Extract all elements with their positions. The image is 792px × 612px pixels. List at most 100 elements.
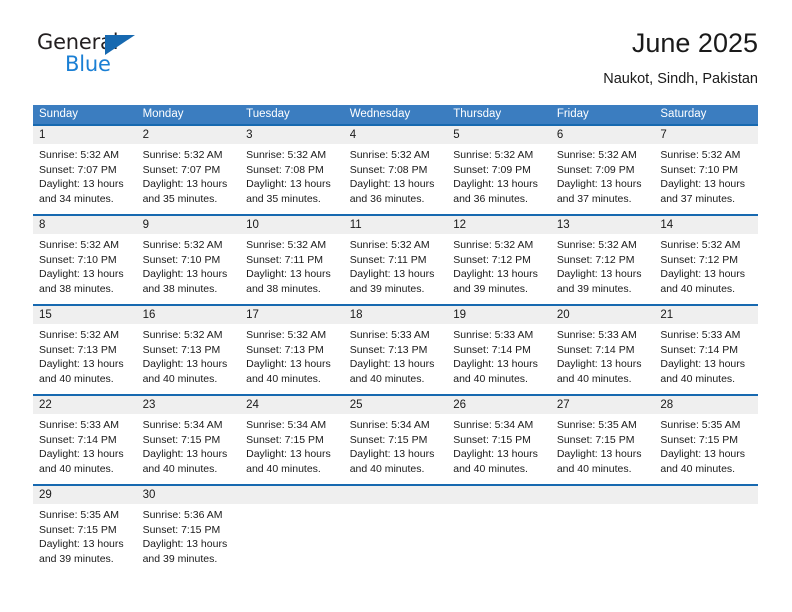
daylight-text-line2: and 40 minutes.: [660, 372, 736, 385]
daylight-text-line1: Daylight: 13 hours: [349, 178, 435, 190]
daylight-text-line1: Daylight: 13 hours: [556, 178, 642, 190]
daylight-text-line1: Daylight: 13 hours: [39, 538, 124, 550]
sunset-text: Sunset: 7:10 PM: [39, 253, 117, 266]
sunset-text: Sunset: 7:13 PM: [142, 343, 221, 356]
day-number[interactable]: 11: [343, 216, 448, 234]
day-number[interactable]: 6: [550, 126, 655, 144]
calendar-body: 1 Sunrise: 5:32 AM Sunset: 7:07 PM Daylight…: [33, 124, 758, 573]
day-cell-empty: [240, 484, 344, 573]
day-details: Sunrise: 5:32 AM Sunset: 7:10 PM Daylight:…: [654, 144, 758, 206]
title-block: June 2025 Naukot, Sindh, Pakistan: [603, 26, 758, 90]
day-cell: 2 Sunrise: 5:32 AM Sunset: 7:07 PM Daylight…: [136, 124, 241, 215]
daylight-text-line1: Daylight: 13 hours: [660, 178, 746, 190]
day-cell: 13 Sunrise: 5:32 AM Sunset: 7:12 PM Dayligh…: [550, 214, 655, 305]
sunset-text: Sunset: 7:15 PM: [349, 433, 428, 446]
sunset-text: Sunset: 7:08 PM: [246, 163, 324, 176]
sunrise-text: Sunrise: 5:32 AM: [556, 149, 637, 161]
daylight-text-line2: and 40 minutes.: [39, 462, 114, 475]
day-number[interactable]: 12: [447, 216, 551, 234]
daylight-text-line2: and 40 minutes.: [349, 372, 425, 385]
daylight-text-line2: and 39 minutes.: [349, 282, 425, 295]
day-number[interactable]: 30: [136, 486, 241, 504]
sunrise-text: Sunrise: 5:32 AM: [142, 149, 223, 161]
page-subtitle: Naukot, Sindh, Pakistan: [603, 71, 758, 87]
dow-header-thursday: Thursday: [447, 105, 551, 125]
day-number: [240, 486, 344, 504]
daylight-text-line1: Daylight: 13 hours: [349, 448, 435, 460]
day-details: Sunrise: 5:36 AM Sunset: 7:15 PM Daylight:…: [137, 504, 241, 566]
day-number[interactable]: 28: [654, 396, 758, 414]
sunset-text: Sunset: 7:15 PM: [142, 523, 221, 536]
day-number[interactable]: 21: [654, 306, 758, 324]
day-number[interactable]: 15: [33, 306, 137, 324]
daylight-text-line1: Daylight: 13 hours: [660, 358, 746, 370]
day-number[interactable]: 14: [654, 216, 758, 234]
day-number[interactable]: 22: [33, 396, 137, 414]
day-number[interactable]: 5: [447, 126, 551, 144]
day-number[interactable]: 13: [550, 216, 655, 234]
dow-header-saturday: Saturday: [654, 105, 758, 125]
sunset-text: Sunset: 7:12 PM: [453, 253, 531, 266]
daylight-text-line2: and 36 minutes.: [349, 192, 425, 205]
day-cell: 6 Sunrise: 5:32 AM Sunset: 7:09 PM Daylight…: [550, 124, 655, 215]
day-number[interactable]: 1: [33, 126, 137, 144]
day-cell: 18 Sunrise: 5:33 AM Sunset: 7:13 PM Dayligh…: [343, 304, 448, 395]
day-number[interactable]: 18: [343, 306, 448, 324]
day-cell: 9 Sunrise: 5:32 AM Sunset: 7:10 PM Daylight…: [136, 214, 241, 305]
day-number[interactable]: 8: [33, 216, 137, 234]
sunset-text: Sunset: 7:13 PM: [39, 343, 117, 356]
day-number[interactable]: 24: [240, 396, 344, 414]
day-number[interactable]: 4: [343, 126, 448, 144]
sunrise-text: Sunrise: 5:32 AM: [39, 239, 119, 251]
day-number[interactable]: 2: [136, 126, 241, 144]
day-number[interactable]: 10: [240, 216, 344, 234]
daylight-text-line1: Daylight: 13 hours: [246, 178, 331, 190]
day-number[interactable]: 16: [136, 306, 241, 324]
day-cell: 23 Sunrise: 5:34 AM Sunset: 7:15 PM Dayligh…: [136, 394, 241, 485]
day-details: Sunrise: 5:35 AM Sunset: 7:15 PM Daylight:…: [551, 414, 655, 476]
daylight-text-line1: Daylight: 13 hours: [349, 358, 435, 370]
day-number[interactable]: 9: [136, 216, 241, 234]
calendar-table: Sunday Monday Tuesday Wednesday Thursday…: [33, 105, 758, 573]
week-row: 1 Sunrise: 5:32 AM Sunset: 7:07 PM Daylight…: [33, 124, 758, 215]
day-number[interactable]: 20: [550, 306, 655, 324]
day-number[interactable]: 29: [33, 486, 137, 504]
day-number[interactable]: 3: [240, 126, 344, 144]
day-cell: 16 Sunrise: 5:32 AM Sunset: 7:13 PM Dayligh…: [136, 304, 241, 395]
day-details: Sunrise: 5:34 AM Sunset: 7:15 PM Daylight:…: [240, 414, 344, 476]
day-number[interactable]: 23: [136, 396, 241, 414]
day-number: [447, 486, 551, 504]
daylight-text-line1: Daylight: 13 hours: [39, 448, 124, 460]
daylight-text-line1: Daylight: 13 hours: [246, 358, 331, 370]
daylight-text-line1: Daylight: 13 hours: [453, 268, 538, 280]
day-details: Sunrise: 5:32 AM Sunset: 7:08 PM Daylight:…: [344, 144, 448, 206]
day-cell: 28 Sunrise: 5:35 AM Sunset: 7:15 PM Dayligh…: [654, 394, 758, 485]
day-details: Sunrise: 5:33 AM Sunset: 7:13 PM Daylight:…: [344, 324, 448, 386]
sunset-text: Sunset: 7:09 PM: [453, 163, 531, 176]
day-number[interactable]: 25: [343, 396, 448, 414]
sunrise-text: Sunrise: 5:32 AM: [660, 239, 741, 251]
day-number[interactable]: 7: [654, 126, 758, 144]
daylight-text-line2: and 39 minutes.: [453, 282, 528, 295]
daylight-text-line2: and 40 minutes.: [142, 462, 218, 475]
day-number[interactable]: 26: [447, 396, 551, 414]
day-number[interactable]: 27: [550, 396, 655, 414]
sunrise-text: Sunrise: 5:35 AM: [39, 509, 119, 521]
sunrise-text: Sunrise: 5:32 AM: [246, 239, 327, 251]
day-cell-empty: [447, 484, 551, 573]
sunset-text: Sunset: 7:13 PM: [349, 343, 428, 356]
day-cell: 1 Sunrise: 5:32 AM Sunset: 7:07 PM Daylight…: [33, 124, 137, 215]
sunrise-text: Sunrise: 5:33 AM: [453, 329, 534, 341]
sunrise-text: Sunrise: 5:33 AM: [39, 419, 119, 431]
general-blue-logo[interactable]: General Blue: [37, 30, 157, 82]
day-cell: 22 Sunrise: 5:33 AM Sunset: 7:14 PM Dayligh…: [33, 394, 137, 485]
day-details: Sunrise: 5:35 AM Sunset: 7:15 PM Daylight:…: [654, 414, 758, 476]
daylight-text-line2: and 39 minutes.: [556, 282, 632, 295]
day-number[interactable]: 19: [447, 306, 551, 324]
daylight-text-line1: Daylight: 13 hours: [246, 268, 331, 280]
day-number[interactable]: 17: [240, 306, 344, 324]
sunrise-text: Sunrise: 5:35 AM: [556, 419, 637, 431]
sunrise-text: Sunrise: 5:33 AM: [556, 329, 637, 341]
daylight-text-line1: Daylight: 13 hours: [142, 268, 228, 280]
day-cell-empty: [550, 484, 655, 573]
